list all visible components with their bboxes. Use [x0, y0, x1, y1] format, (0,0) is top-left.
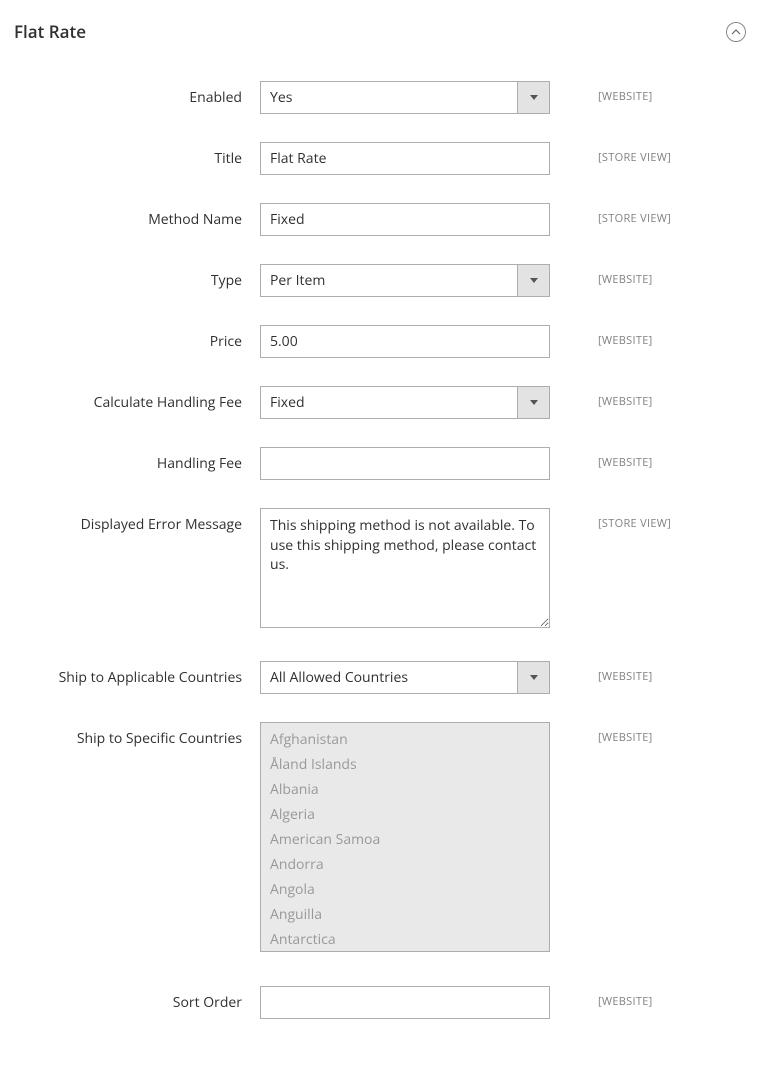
section-title: Flat Rate — [14, 20, 86, 43]
field-row-title: Title [STORE VIEW] — [14, 142, 750, 175]
country-option[interactable]: Anguilla — [261, 902, 549, 927]
field-row-type: Type Per Item [WEBSITE] — [14, 264, 750, 297]
calc-handling-select[interactable]: Fixed — [260, 386, 550, 419]
field-scope-title: [STORE VIEW] — [550, 142, 671, 165]
country-option[interactable]: Angola — [261, 877, 549, 902]
ship-applicable-select-button[interactable] — [517, 661, 550, 694]
enabled-select[interactable]: Yes — [260, 81, 550, 114]
field-label-price: Price — [14, 325, 260, 351]
ship-applicable-select[interactable]: All Allowed Countries — [260, 661, 550, 694]
ship-applicable-select-value: All Allowed Countries — [260, 661, 517, 694]
type-select[interactable]: Per Item — [260, 264, 550, 297]
error-message-textarea[interactable] — [260, 508, 550, 628]
field-row-price: Price [WEBSITE] — [14, 325, 750, 358]
field-label-sort-order: Sort Order — [14, 986, 260, 1012]
country-option[interactable]: Algeria — [261, 802, 549, 827]
field-row-error-message: Displayed Error Message [STORE VIEW] — [14, 508, 750, 633]
field-label-method-name: Method Name — [14, 203, 260, 229]
ship-specific-multiselect[interactable]: AfghanistanÅland IslandsAlbaniaAlgeriaAm… — [260, 722, 550, 952]
field-scope-ship-applicable: [WEBSITE] — [550, 661, 653, 684]
field-label-error-message: Displayed Error Message — [14, 508, 260, 534]
field-label-type: Type — [14, 264, 260, 290]
field-scope-handling-fee: [WEBSITE] — [550, 447, 653, 470]
title-input[interactable] — [260, 142, 550, 175]
calc-handling-select-value: Fixed — [260, 386, 517, 419]
price-input[interactable] — [260, 325, 550, 358]
field-label-enabled: Enabled — [14, 81, 260, 107]
field-scope-type: [WEBSITE] — [550, 264, 653, 287]
chevron-down-icon — [530, 278, 538, 283]
field-scope-price: [WEBSITE] — [550, 325, 653, 348]
field-scope-error-message: [STORE VIEW] — [550, 508, 671, 531]
method-name-input[interactable] — [260, 203, 550, 236]
field-row-handling-fee: Handling Fee [WEBSITE] — [14, 447, 750, 480]
country-option[interactable]: Åland Islands — [261, 752, 549, 777]
field-label-ship-applicable: Ship to Applicable Countries — [14, 661, 260, 687]
field-label-title: Title — [14, 142, 260, 168]
field-row-calc-handling: Calculate Handling Fee Fixed [WEBSITE] — [14, 386, 750, 419]
field-scope-calc-handling: [WEBSITE] — [550, 386, 653, 409]
type-select-value: Per Item — [260, 264, 517, 297]
field-scope-ship-specific: [WEBSITE] — [550, 722, 653, 745]
field-row-method-name: Method Name [STORE VIEW] — [14, 203, 750, 236]
country-option[interactable]: Antarctica — [261, 927, 549, 952]
field-scope-enabled: [WEBSITE] — [550, 81, 653, 104]
type-select-button[interactable] — [517, 264, 550, 297]
country-option[interactable]: American Samoa — [261, 827, 549, 852]
field-scope-method-name: [STORE VIEW] — [550, 203, 671, 226]
sort-order-input[interactable] — [260, 986, 550, 1019]
chevron-up-icon — [731, 27, 741, 37]
enabled-select-value: Yes — [260, 81, 517, 114]
handling-fee-input[interactable] — [260, 447, 550, 480]
calc-handling-select-button[interactable] — [517, 386, 550, 419]
section-header: Flat Rate — [14, 20, 750, 43]
chevron-down-icon — [530, 95, 538, 100]
field-row-sort-order: Sort Order [WEBSITE] — [14, 986, 750, 1019]
country-option[interactable]: Albania — [261, 777, 549, 802]
country-option[interactable]: Afghanistan — [261, 727, 549, 752]
country-option[interactable]: Andorra — [261, 852, 549, 877]
field-label-handling-fee: Handling Fee — [14, 447, 260, 473]
field-label-calc-handling: Calculate Handling Fee — [14, 386, 260, 412]
field-row-ship-applicable: Ship to Applicable Countries All Allowed… — [14, 661, 750, 694]
field-scope-sort-order: [WEBSITE] — [550, 986, 653, 1009]
chevron-down-icon — [530, 675, 538, 680]
field-row-enabled: Enabled Yes [WEBSITE] — [14, 81, 750, 114]
chevron-down-icon — [530, 400, 538, 405]
enabled-select-button[interactable] — [517, 81, 550, 114]
field-label-ship-specific: Ship to Specific Countries — [14, 722, 260, 748]
collapse-toggle[interactable] — [726, 22, 746, 42]
field-row-ship-specific: Ship to Specific Countries AfghanistanÅl… — [14, 722, 750, 952]
